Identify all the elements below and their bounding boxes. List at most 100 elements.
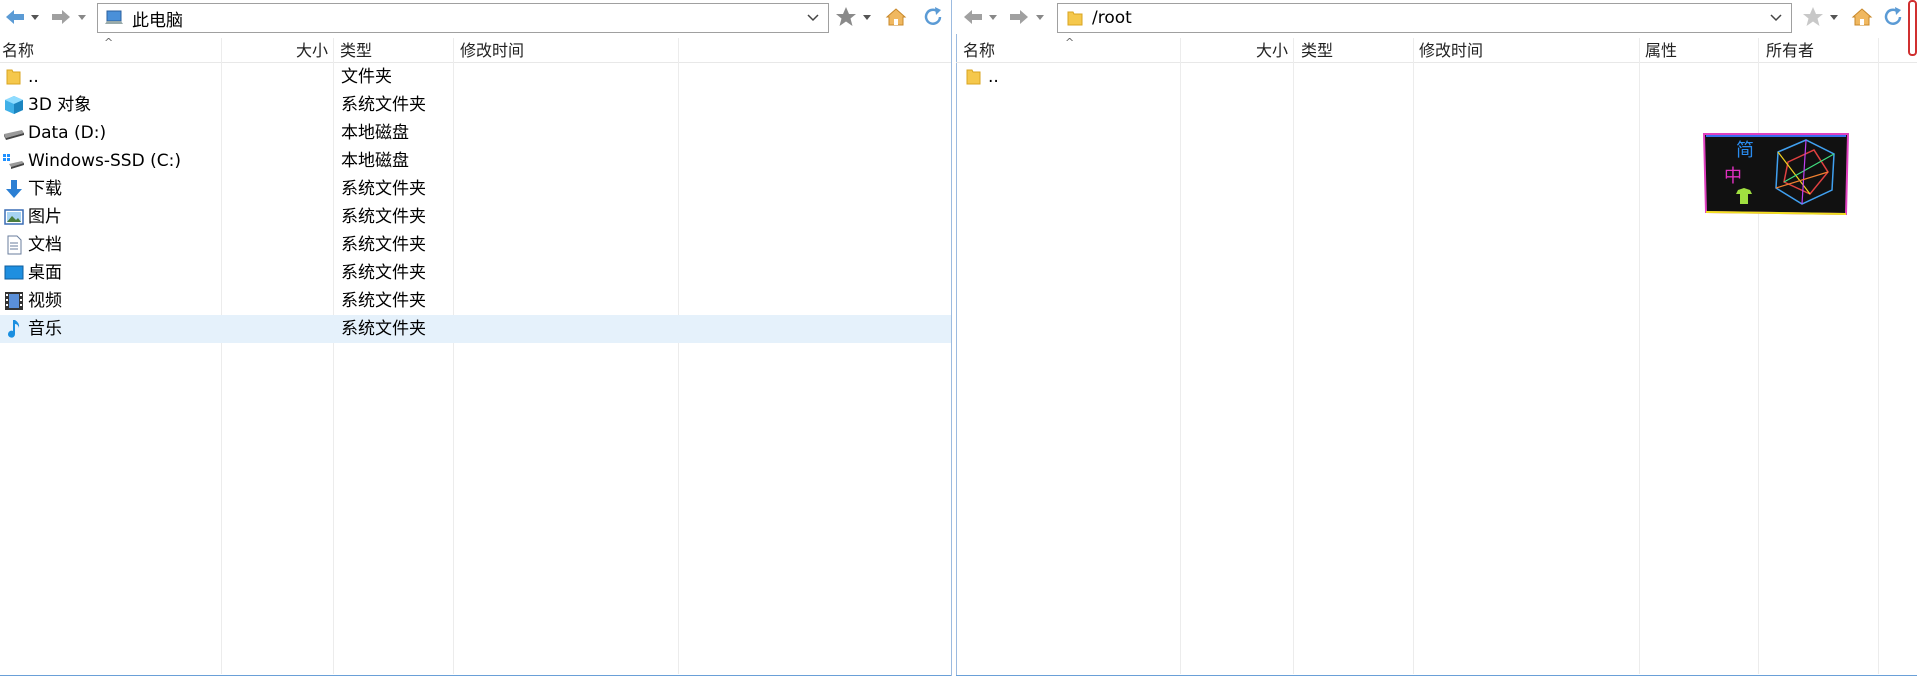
forward-button[interactable] [48, 4, 74, 30]
download-icon [3, 178, 25, 200]
file-row[interactable]: .. [956, 63, 1917, 91]
folder-icon [963, 66, 985, 88]
file-size-cell [222, 119, 328, 147]
back-history-button[interactable] [987, 4, 999, 30]
back-arrow-icon [6, 10, 24, 24]
file-name-cell: .. [0, 63, 39, 91]
column-divider[interactable] [1180, 38, 1181, 674]
refresh-button[interactable] [920, 4, 946, 30]
back-history-button[interactable] [29, 4, 41, 30]
file-type-cell: 系统文件夹 [341, 319, 426, 339]
column-divider[interactable] [1293, 38, 1294, 674]
sort-ascending-icon: ^ [104, 38, 114, 49]
file-row[interactable]: 桌面 系统文件夹 [0, 259, 952, 287]
file-row[interactable]: 音乐 系统文件夹 [0, 315, 952, 343]
file-name: Data (D:) [28, 123, 107, 143]
file-row[interactable]: Windows-SSD (C:) 本地磁盘 [0, 147, 952, 175]
folder-icon [3, 66, 25, 88]
chevron-down-icon [31, 15, 39, 20]
file-name: 桌面 [28, 263, 62, 283]
column-size-header[interactable]: 大小 [1180, 38, 1288, 62]
file-row[interactable]: Data (D:) 本地磁盘 [0, 119, 952, 147]
folder-icon [1064, 7, 1086, 29]
column-modified-header[interactable]: 修改时间 [460, 38, 524, 62]
file-name-cell: 文档 [0, 231, 62, 259]
local-toolbar: 此电脑 [0, 0, 952, 34]
file-name: 视频 [28, 291, 62, 311]
column-divider[interactable] [1639, 38, 1640, 674]
refresh-button[interactable] [1882, 4, 1904, 30]
remote-rows: .. [956, 63, 1917, 91]
file-name: 图片 [28, 207, 62, 227]
file-row[interactable]: 文档 系统文件夹 [0, 231, 952, 259]
forward-arrow-icon [1010, 10, 1028, 24]
pane-border [956, 675, 1917, 676]
chevron-down-icon [1765, 7, 1787, 29]
file-type-cell: 系统文件夹 [341, 207, 426, 227]
back-button[interactable] [960, 4, 986, 30]
file-type-cell: 系统文件夹 [341, 263, 426, 283]
file-name-cell: 桌面 [0, 259, 62, 287]
file-name: 3D 对象 [28, 95, 92, 115]
3d-objects-icon [3, 94, 25, 116]
forward-history-button[interactable] [76, 4, 88, 30]
forward-arrow-icon [52, 10, 70, 24]
bookmarks-button[interactable] [833, 4, 859, 30]
file-name-cell: 下载 [0, 175, 62, 203]
file-name-cell: 图片 [0, 203, 62, 231]
local-rows: .. 文件夹 3D 对象 系统文件夹 Data (D:) 本地磁盘 Windows-SSD … [0, 63, 952, 343]
column-attributes-header[interactable]: 属性 [1645, 38, 1677, 62]
file-row[interactable]: 3D 对象 系统文件夹 [0, 91, 952, 119]
file-type-cell: 系统文件夹 [341, 179, 426, 199]
column-header: 名称 ^ 大小 类型 修改时间 [0, 38, 952, 63]
column-type-header[interactable]: 类型 [1301, 38, 1333, 62]
column-owner-header[interactable]: 所有者 [1766, 38, 1814, 62]
file-name: .. [28, 67, 39, 87]
pane-border [951, 0, 952, 676]
column-divider[interactable] [1413, 38, 1414, 674]
column-type-header[interactable]: 类型 [340, 38, 372, 62]
music-icon [3, 318, 25, 340]
remote-path-dropdown[interactable]: /root [1057, 3, 1792, 33]
chevron-down-icon [1830, 15, 1838, 20]
forward-history-button[interactable] [1034, 4, 1046, 30]
file-size-cell [222, 315, 328, 343]
column-modified-header[interactable]: 修改时间 [1419, 38, 1483, 62]
remote-toolbar: /root [956, 0, 1917, 34]
file-name: 音乐 [28, 319, 62, 339]
file-name: 文档 [28, 235, 62, 255]
column-header: 名称 ^ 大小 类型 修改时间 属性 所有者 [956, 38, 1917, 63]
home-button[interactable] [1849, 4, 1875, 30]
file-size-cell [222, 287, 328, 315]
back-arrow-icon [964, 10, 982, 24]
forward-button[interactable] [1006, 4, 1032, 30]
file-row[interactable]: 下载 系统文件夹 [0, 175, 952, 203]
back-button[interactable] [2, 4, 28, 30]
file-row[interactable]: 视频 系统文件夹 [0, 287, 952, 315]
local-path-dropdown[interactable]: 此电脑 [97, 3, 829, 33]
local-file-list[interactable]: 名称 ^ 大小 类型 修改时间 .. 文件夹 3D 对象 系统文件夹 Data (D:)… [0, 38, 952, 674]
home-icon [885, 8, 907, 26]
bookmarks-menu-button[interactable] [1828, 4, 1840, 30]
file-type-cell: 本地磁盘 [341, 151, 409, 171]
column-size-header[interactable]: 大小 [222, 38, 328, 62]
column-name-header[interactable]: 名称 [2, 38, 34, 62]
column-divider[interactable] [1878, 38, 1879, 674]
file-name: Windows-SSD (C:) [28, 151, 181, 171]
refresh-icon [924, 7, 942, 25]
bookmarks-menu-button[interactable] [861, 4, 873, 30]
computer-icon [104, 7, 126, 29]
documents-icon [3, 234, 25, 256]
file-row[interactable]: .. 文件夹 [0, 63, 952, 91]
local-path-text: 此电脑 [132, 10, 183, 31]
pane-border [0, 675, 952, 676]
file-row[interactable]: 图片 系统文件夹 [0, 203, 952, 231]
home-button[interactable] [883, 4, 909, 30]
bookmarks-button[interactable] [1800, 4, 1826, 30]
chevron-down-icon [1036, 15, 1044, 20]
sort-ascending-icon: ^ [1065, 38, 1075, 49]
file-type-cell: 系统文件夹 [341, 235, 426, 255]
neon-cube-sticker: 简 中 [1702, 132, 1850, 216]
column-name-header[interactable]: 名称 [963, 38, 995, 62]
file-size-cell [222, 231, 328, 259]
